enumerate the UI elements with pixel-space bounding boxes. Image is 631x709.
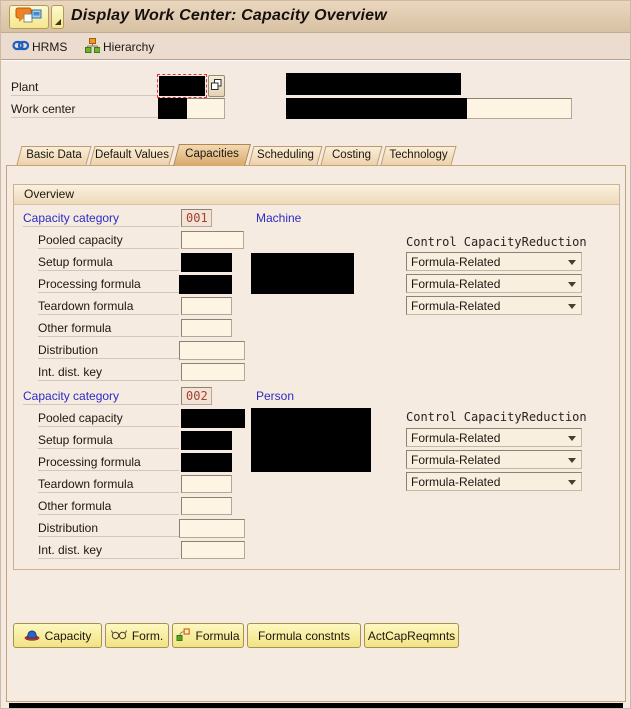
tab-basic-data[interactable]: Basic Data bbox=[19, 146, 89, 165]
services-for-object-button[interactable] bbox=[9, 5, 49, 29]
control-capacity-reduction-label: Control CapacityReduction bbox=[406, 235, 587, 249]
row-label: Teardown formula bbox=[38, 477, 179, 493]
capacity-category-field[interactable]: 002 bbox=[181, 387, 212, 405]
work-center-label: Work center bbox=[11, 102, 158, 118]
hierarchy-button-label: Hierarchy bbox=[103, 39, 155, 54]
status-bar-redacted bbox=[9, 703, 623, 708]
application-toolbar: HRMS Hierarchy bbox=[1, 33, 630, 60]
pooled-capacity-field[interactable] bbox=[181, 231, 244, 249]
capacity-button[interactable]: Capacity bbox=[13, 623, 102, 648]
category-name-label: Machine bbox=[256, 211, 302, 225]
work-center-description-input[interactable] bbox=[286, 98, 572, 119]
setup-formula-field[interactable] bbox=[181, 431, 232, 450]
formula-related-dropdown[interactable]: Formula-Related bbox=[406, 274, 582, 293]
formula-related-dropdown[interactable]: Formula-Related bbox=[406, 428, 582, 447]
row-label: Processing formula bbox=[38, 455, 179, 471]
chevron-down-icon bbox=[568, 304, 576, 309]
work-center-input[interactable] bbox=[158, 98, 225, 119]
chevron-down-icon bbox=[568, 436, 576, 441]
formula-related-dropdown[interactable]: Formula-Related bbox=[406, 296, 582, 315]
row-label: Pooled capacity bbox=[38, 233, 179, 249]
capacity-category-field[interactable]: 001 bbox=[181, 209, 212, 227]
processing-formula-field[interactable] bbox=[179, 275, 232, 294]
int-dist-key-field[interactable] bbox=[181, 541, 245, 559]
capacity-hat-icon bbox=[24, 628, 40, 644]
row-label: Other formula bbox=[38, 321, 179, 337]
title-bar: Display Work Center: Capacity Overview bbox=[1, 1, 630, 33]
tab-costing[interactable]: Costing bbox=[323, 146, 380, 165]
row-label: Setup formula bbox=[38, 433, 179, 449]
distribution-field[interactable] bbox=[179, 341, 245, 360]
other-formula-field[interactable] bbox=[181, 497, 232, 515]
formula-constants-button[interactable]: Formula constnts bbox=[247, 623, 361, 648]
other-formula-field[interactable] bbox=[181, 319, 232, 337]
formula-button[interactable]: Formula bbox=[172, 623, 244, 648]
pooled-capacity-field[interactable] bbox=[181, 409, 245, 428]
act-cap-reqmnts-button[interactable]: ActCapReqmnts bbox=[364, 623, 459, 648]
formula-description-redacted bbox=[251, 253, 354, 294]
formula-icon bbox=[176, 627, 191, 644]
row-label: Int. dist. key bbox=[38, 365, 179, 381]
work-center-description-redacted bbox=[286, 98, 467, 119]
setup-formula-field[interactable] bbox=[181, 253, 232, 272]
hierarchy-button[interactable]: Hierarchy bbox=[82, 36, 157, 57]
formula-related-dropdown[interactable]: Formula-Related bbox=[406, 252, 582, 271]
chevron-down-icon bbox=[568, 458, 576, 463]
form-button[interactable]: Form. bbox=[105, 623, 169, 648]
tab-default-values[interactable]: Default Values bbox=[92, 146, 172, 165]
corner-triangle-icon bbox=[55, 19, 61, 25]
control-capacity-reduction-label: Control CapacityReduction bbox=[406, 410, 587, 424]
chevron-down-icon bbox=[568, 260, 576, 265]
link-icon bbox=[12, 40, 30, 54]
work-center-value-redacted bbox=[158, 98, 187, 119]
glasses-icon bbox=[110, 629, 127, 643]
category-name-label: Person bbox=[256, 389, 295, 403]
possible-entries-button[interactable] bbox=[208, 75, 225, 97]
row-label: Other formula bbox=[38, 499, 179, 515]
gui-menu-dropdown-button[interactable] bbox=[51, 5, 64, 29]
plant-input[interactable] bbox=[157, 74, 207, 98]
services-for-object-icon bbox=[15, 7, 43, 27]
page-title: Display Work Center: Capacity Overview bbox=[71, 7, 387, 24]
plant-description-redacted bbox=[286, 73, 461, 95]
row-label: Distribution bbox=[38, 521, 179, 537]
sap-window: Display Work Center: Capacity Overview H… bbox=[0, 0, 631, 709]
capacity-category-label: Capacity category bbox=[23, 389, 179, 405]
formula-related-dropdown[interactable]: Formula-Related bbox=[406, 472, 582, 491]
tab-technology[interactable]: Technology bbox=[383, 146, 454, 165]
row-label: Int. dist. key bbox=[38, 543, 179, 559]
row-label: Processing formula bbox=[38, 277, 179, 293]
int-dist-key-field[interactable] bbox=[181, 363, 245, 381]
hrms-button[interactable]: HRMS bbox=[9, 36, 70, 57]
plant-label: Plant bbox=[11, 80, 158, 96]
chevron-down-icon bbox=[568, 480, 576, 485]
teardown-formula-field[interactable] bbox=[181, 297, 232, 315]
row-label: Pooled capacity bbox=[38, 411, 179, 427]
overview-header: Overview bbox=[14, 185, 619, 205]
processing-formula-field[interactable] bbox=[181, 453, 232, 472]
chevron-down-icon bbox=[568, 282, 576, 287]
row-label: Teardown formula bbox=[38, 299, 179, 315]
hrms-button-label: HRMS bbox=[32, 39, 68, 54]
overlapping-squares-icon bbox=[211, 78, 222, 94]
formula-related-dropdown[interactable]: Formula-Related bbox=[406, 450, 582, 469]
tab-scheduling[interactable]: Scheduling bbox=[251, 146, 320, 165]
formula-description-redacted bbox=[251, 408, 371, 472]
distribution-field[interactable] bbox=[179, 519, 245, 538]
row-label: Setup formula bbox=[38, 255, 179, 271]
row-label: Distribution bbox=[38, 343, 179, 359]
hierarchy-icon bbox=[85, 37, 101, 56]
teardown-formula-field[interactable] bbox=[181, 475, 232, 493]
capacity-category-label: Capacity category bbox=[23, 211, 179, 227]
tab-capacities[interactable]: Capacities bbox=[176, 144, 248, 166]
